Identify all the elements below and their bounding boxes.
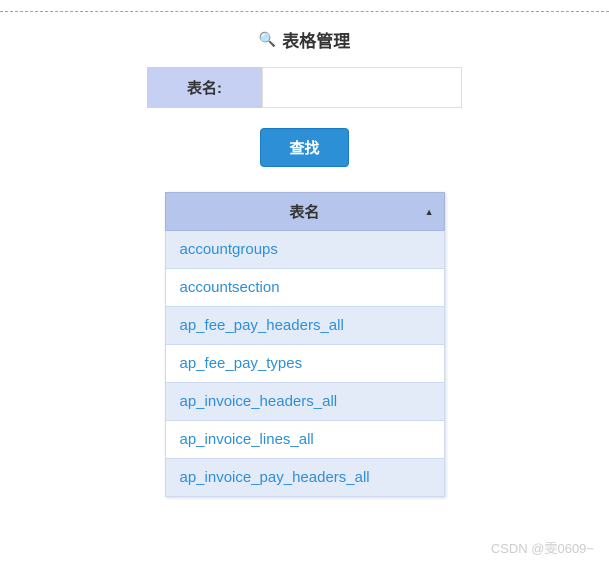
results-table: 表名 ▲ accountgroups accountsection ap_fee… xyxy=(165,192,445,497)
search-button[interactable]: 查找 xyxy=(260,128,348,167)
table-row[interactable]: ap_invoice_headers_all xyxy=(165,383,444,421)
magnifier-icon: 🔍 xyxy=(259,31,276,48)
top-divider xyxy=(0,10,609,12)
column-header-table-name[interactable]: 表名 ▲ xyxy=(165,193,444,231)
table-row[interactable]: ap_invoice_pay_headers_all xyxy=(165,459,444,497)
page-title: 表格管理 xyxy=(282,27,350,52)
table-row[interactable]: ap_fee_pay_types xyxy=(165,345,444,383)
table-row[interactable]: ap_invoice_lines_all xyxy=(165,421,444,459)
page-container: 🔍 表格管理 表名: 查找 表名 ▲ accountgroups account… xyxy=(0,27,609,497)
table-row[interactable]: ap_fee_pay_headers_all xyxy=(165,307,444,345)
search-form-row: 表名: xyxy=(147,67,462,108)
column-header-label: 表名 xyxy=(289,204,319,221)
sort-asc-icon: ▲ xyxy=(425,207,434,217)
table-row[interactable]: accountsection xyxy=(165,269,444,307)
title-row: 🔍 表格管理 xyxy=(259,27,350,52)
watermark: CSDN @雯0609~ xyxy=(491,538,594,557)
table-row[interactable]: accountgroups xyxy=(165,231,444,269)
table-name-label: 表名: xyxy=(147,67,262,108)
table-name-input[interactable] xyxy=(262,67,462,108)
